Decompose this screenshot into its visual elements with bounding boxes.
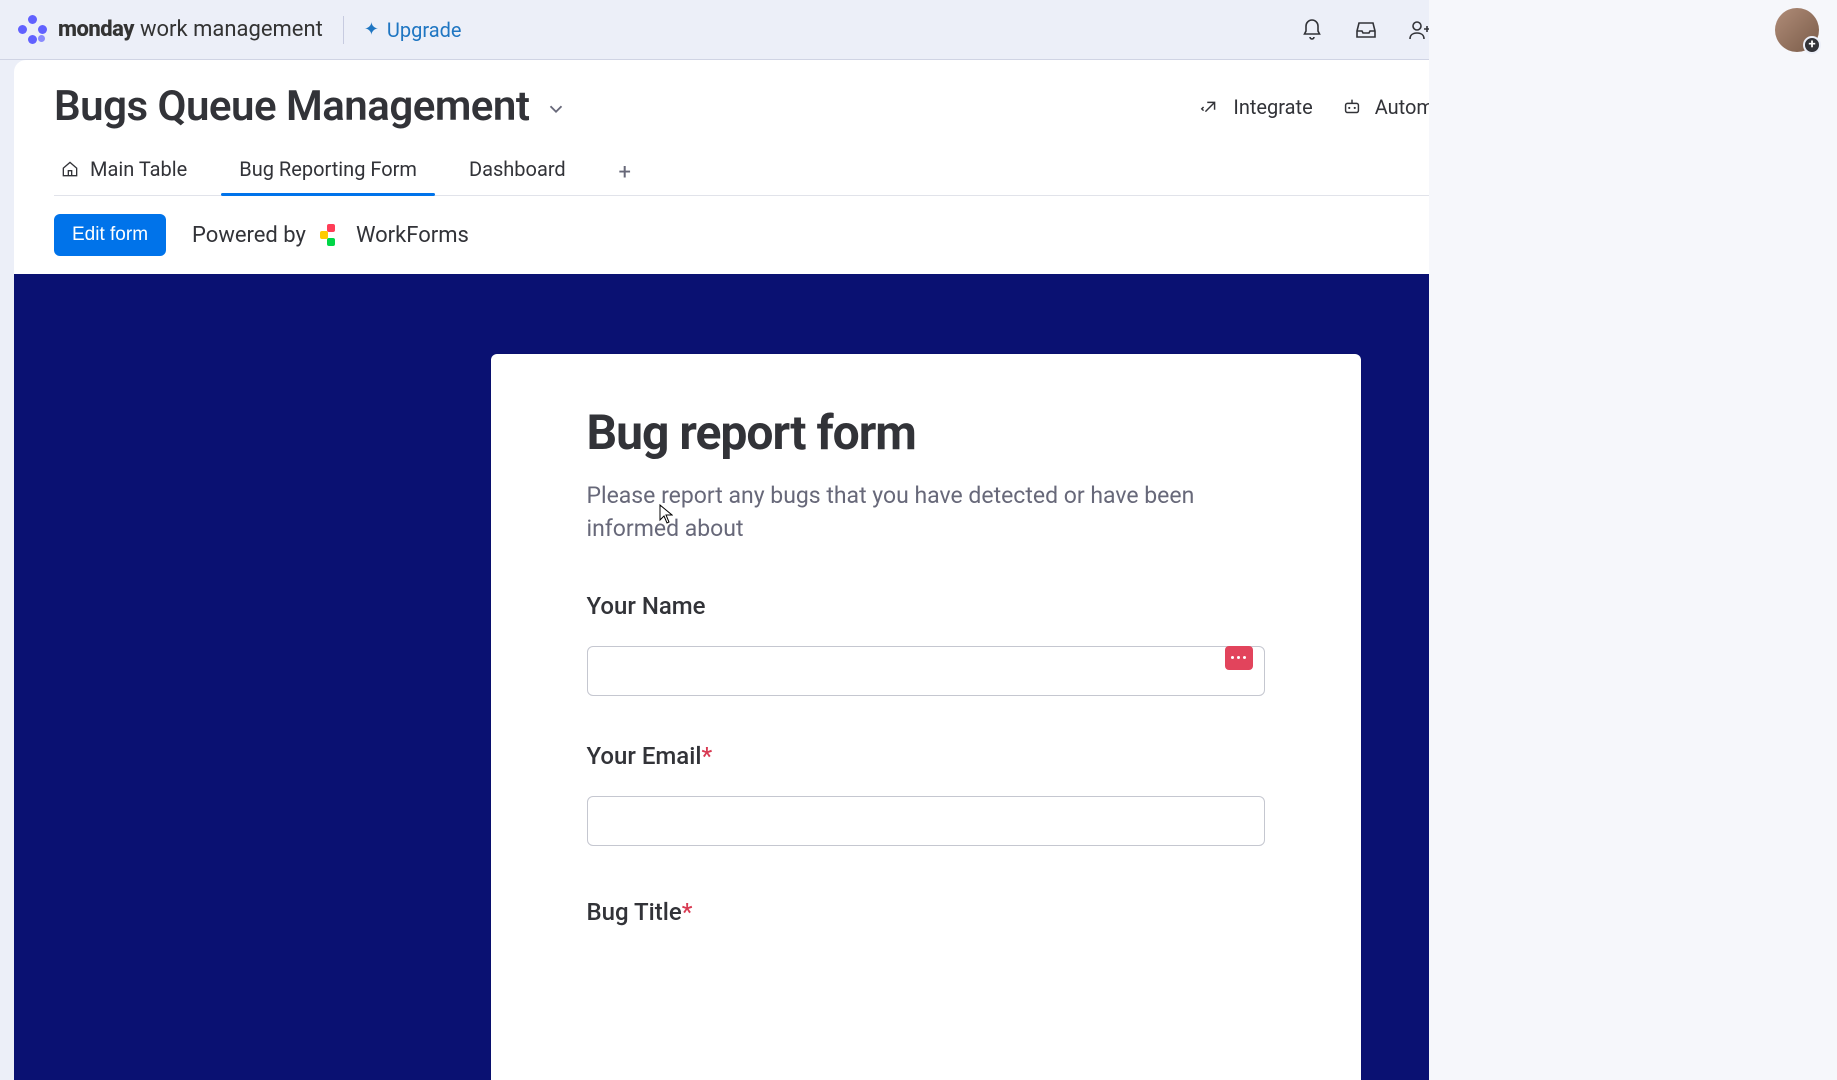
board-title-text: Bugs Queue Management xyxy=(54,82,529,131)
your-email-input[interactable] xyxy=(587,796,1265,846)
field-your-email-text: Your Email xyxy=(587,742,702,770)
home-icon xyxy=(60,159,80,179)
upgrade-label: Upgrade xyxy=(387,18,462,42)
field-your-name-label: Your Name xyxy=(587,592,1265,620)
chevron-down-icon xyxy=(545,82,567,131)
field-your-name: Your Name xyxy=(587,592,1265,696)
avatar-add-badge: + xyxy=(1803,36,1821,54)
password-manager-icon[interactable] xyxy=(1225,646,1253,670)
product-logo[interactable]: monday work management xyxy=(18,15,323,45)
sparkle-icon: ✦ xyxy=(364,19,379,40)
board-title[interactable]: Bugs Queue Management xyxy=(54,82,567,131)
form-card: Bug report form Please report any bugs t… xyxy=(491,354,1361,1080)
upgrade-link[interactable]: ✦ Upgrade xyxy=(364,18,462,42)
field-bug-title-label: Bug Title* xyxy=(587,898,1265,926)
your-name-input[interactable] xyxy=(587,646,1265,696)
profile-avatar[interactable]: + xyxy=(1775,8,1819,52)
form-description: Please report any bugs that you have det… xyxy=(587,479,1227,546)
powered-by: Powered by WorkForms xyxy=(192,223,469,248)
required-asterisk: * xyxy=(682,898,693,926)
add-view-button[interactable]: + xyxy=(612,159,638,185)
tab-main-table-label: Main Table xyxy=(90,157,187,181)
required-asterisk: * xyxy=(701,742,712,770)
integrate-button[interactable]: Integrate xyxy=(1199,95,1312,119)
window-right-margin xyxy=(1429,0,1837,1080)
notifications-icon[interactable] xyxy=(1300,18,1324,42)
monday-logo-icon xyxy=(18,15,48,45)
tab-dashboard-label: Dashboard xyxy=(469,157,566,181)
workforms-logo-icon xyxy=(320,224,342,246)
divider xyxy=(343,16,344,44)
field-bug-title: Bug Title* xyxy=(587,898,1265,926)
integrate-label: Integrate xyxy=(1233,95,1312,119)
product-name: monday work management xyxy=(58,17,323,42)
form-title: Bug report form xyxy=(587,404,1265,461)
tab-main-table[interactable]: Main Table xyxy=(54,149,193,195)
workforms-label: WorkForms xyxy=(356,223,469,248)
product-name-light: work management xyxy=(140,17,323,42)
tab-bug-form-label: Bug Reporting Form xyxy=(239,157,417,181)
field-bug-title-text: Bug Title xyxy=(587,898,682,926)
field-your-email: Your Email* xyxy=(587,742,1265,846)
tab-dashboard[interactable]: Dashboard xyxy=(463,149,572,195)
field-your-email-label: Your Email* xyxy=(587,742,1265,770)
tab-bug-reporting-form[interactable]: Bug Reporting Form xyxy=(233,149,423,195)
powered-by-label: Powered by xyxy=(192,223,306,248)
product-name-bold: monday xyxy=(58,17,134,42)
inbox-icon[interactable] xyxy=(1354,18,1378,42)
edit-form-button[interactable]: Edit form xyxy=(54,214,166,256)
